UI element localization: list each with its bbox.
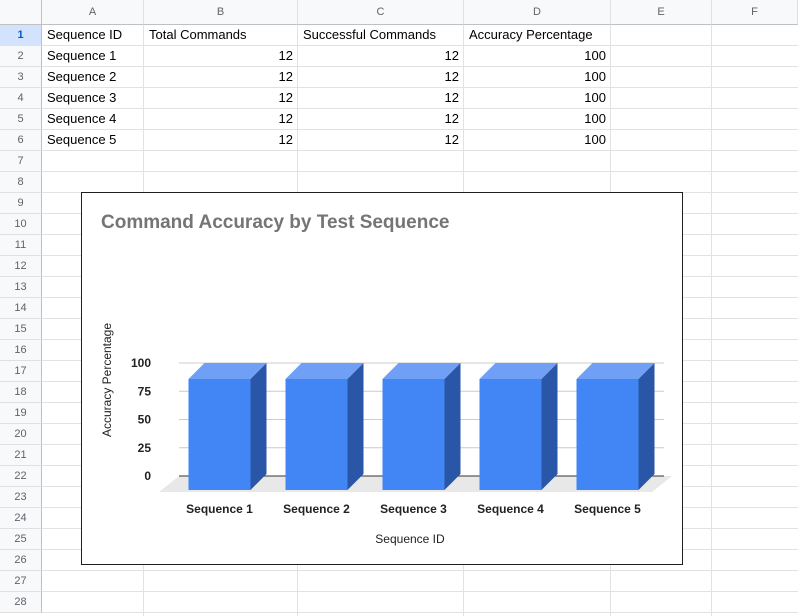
row-header-22[interactable]: 22 — [0, 466, 42, 487]
cell-d3[interactable]: 100 — [464, 67, 610, 87]
y-tick-label: 0 — [144, 469, 151, 483]
cell-d1[interactable]: Accuracy Percentage — [464, 25, 610, 45]
cell-b4[interactable]: 12 — [144, 88, 297, 108]
chart-canvas: Command Accuracy by Test Sequence 0 25 50 75… — [100, 212, 672, 546]
row-header-14[interactable]: 14 — [0, 298, 42, 319]
row-header-26[interactable]: 26 — [0, 550, 42, 571]
y-tick-label: 75 — [138, 384, 152, 398]
x-tick-label: Sequence 2 — [283, 502, 350, 516]
bar-side — [347, 363, 364, 490]
x-tick-label: Sequence 3 — [380, 502, 447, 516]
row-header-5[interactable]: 5 — [0, 109, 42, 130]
column-header-c[interactable]: C — [298, 0, 464, 25]
cell-a6[interactable]: Sequence 5 — [42, 130, 143, 150]
grid-line — [42, 150, 798, 151]
grid-line — [42, 612, 798, 613]
x-axis-title: Sequence ID — [375, 532, 445, 546]
cell-b5[interactable]: 12 — [144, 109, 297, 129]
cell-a2[interactable]: Sequence 1 — [42, 46, 143, 66]
row-header-28[interactable]: 28 — [0, 592, 42, 613]
column-header-b[interactable]: B — [144, 0, 298, 25]
row-header-20[interactable]: 20 — [0, 424, 42, 445]
row-header-13[interactable]: 13 — [0, 277, 42, 298]
x-tick-label: Sequence 4 — [477, 502, 544, 516]
bar-chart[interactable]: Command Accuracy by Test Sequence 0 25 50 75… — [81, 192, 683, 565]
cell-d2[interactable]: 100 — [464, 46, 610, 66]
bar — [285, 379, 348, 490]
cell-b6[interactable]: 12 — [144, 130, 297, 150]
row-header-17[interactable]: 17 — [0, 361, 42, 382]
cell-c2[interactable]: 12 — [298, 46, 463, 66]
grid-line — [42, 591, 798, 592]
bar — [479, 379, 542, 490]
y-tick-label: 25 — [138, 441, 152, 455]
row-header-19[interactable]: 19 — [0, 403, 42, 424]
bar-side — [444, 363, 461, 490]
cell-b3[interactable]: 12 — [144, 67, 297, 87]
cell-b2[interactable]: 12 — [144, 46, 297, 66]
row-header-9[interactable]: 9 — [0, 193, 42, 214]
column-header-d[interactable]: D — [464, 0, 611, 25]
x-tick-label: Sequence 5 — [574, 502, 641, 516]
bar-side — [250, 363, 267, 490]
grid-line — [42, 570, 798, 571]
row-header-2[interactable]: 2 — [0, 46, 42, 67]
cell-c1[interactable]: Successful Commands — [298, 25, 463, 45]
column-header-e[interactable]: E — [611, 0, 712, 25]
cell-d5[interactable]: 100 — [464, 109, 610, 129]
bar — [188, 379, 251, 490]
select-all-corner[interactable] — [0, 0, 42, 25]
row-header-8[interactable]: 8 — [0, 172, 42, 193]
row-header-24[interactable]: 24 — [0, 508, 42, 529]
y-tick-label: 100 — [131, 356, 151, 370]
column-header-f[interactable]: F — [712, 0, 798, 25]
cell-a4[interactable]: Sequence 3 — [42, 88, 143, 108]
row-header-10[interactable]: 10 — [0, 214, 42, 235]
row-header-23[interactable]: 23 — [0, 487, 42, 508]
cell-d4[interactable]: 100 — [464, 88, 610, 108]
cell-a1[interactable]: Sequence ID — [42, 25, 143, 45]
row-header-25[interactable]: 25 — [0, 529, 42, 550]
y-axis-title: Accuracy Percentage — [100, 323, 114, 437]
row-header-12[interactable]: 12 — [0, 256, 42, 277]
cell-a3[interactable]: Sequence 2 — [42, 67, 143, 87]
cell-d6[interactable]: 100 — [464, 130, 610, 150]
chart-title: Command Accuracy by Test Sequence — [101, 212, 449, 233]
y-tick-label: 50 — [138, 413, 152, 427]
row-header-18[interactable]: 18 — [0, 382, 42, 403]
bar — [382, 379, 445, 490]
row-header-27[interactable]: 27 — [0, 571, 42, 592]
bar — [576, 379, 639, 490]
row-header-16[interactable]: 16 — [0, 340, 42, 361]
row-header-4[interactable]: 4 — [0, 88, 42, 109]
cell-c4[interactable]: 12 — [298, 88, 463, 108]
row-header-11[interactable]: 11 — [0, 235, 42, 256]
row-header-21[interactable]: 21 — [0, 445, 42, 466]
row-header-3[interactable]: 3 — [0, 67, 42, 88]
row-header-15[interactable]: 15 — [0, 319, 42, 340]
cell-c3[interactable]: 12 — [298, 67, 463, 87]
row-header-1[interactable]: 1 — [0, 25, 42, 46]
row-header-7[interactable]: 7 — [0, 151, 42, 172]
cell-c6[interactable]: 12 — [298, 130, 463, 150]
row-header-6[interactable]: 6 — [0, 130, 42, 151]
bar-side — [638, 363, 655, 490]
cell-b1[interactable]: Total Commands — [144, 25, 297, 45]
cell-a5[interactable]: Sequence 4 — [42, 109, 143, 129]
cell-c5[interactable]: 12 — [298, 109, 463, 129]
x-tick-label: Sequence 1 — [186, 502, 253, 516]
column-header-a[interactable]: A — [42, 0, 144, 25]
grid-line — [42, 171, 798, 172]
bar-side — [541, 363, 558, 490]
